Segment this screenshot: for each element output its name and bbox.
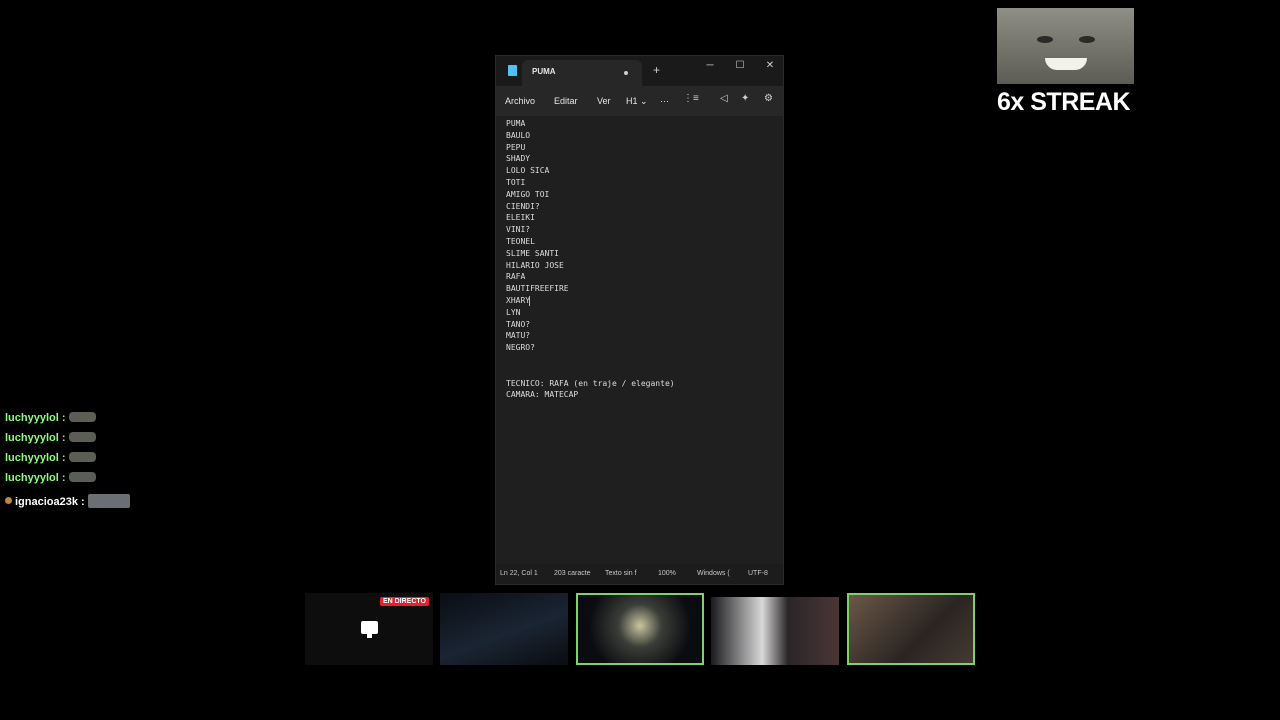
menu-ver[interactable]: Ver (597, 96, 611, 106)
status-encoding: UTF-8 (748, 570, 768, 577)
cam-participant-3[interactable] (711, 597, 839, 665)
close-button[interactable]: ✕ (762, 59, 778, 73)
chat-emote-icon (68, 411, 96, 422)
editor-line: PUMA (506, 119, 526, 128)
settings-gear-icon[interactable]: ⚙ (764, 93, 773, 104)
chat-username[interactable]: luchyyylol : (5, 432, 66, 444)
announcement-icon[interactable]: ◁ (720, 93, 728, 104)
chat-emote-icon (68, 471, 96, 482)
streak-cat-image (997, 8, 1134, 84)
editor-line: AMIGO TOI (506, 189, 550, 199)
chat-username[interactable]: ignacioa23k : (15, 496, 85, 508)
cam-participant-4[interactable] (847, 593, 975, 665)
status-position: Ln 22, Col 1 (500, 570, 538, 577)
heading-dropdown[interactable]: H1 ⌄ (626, 96, 648, 107)
screen-share-icon (361, 621, 378, 634)
chat-message: luchyyylol : (5, 448, 96, 466)
editor-line: LOLO SICA (506, 166, 550, 176)
new-tab-button[interactable]: + (653, 63, 660, 77)
notepad-window: PUMA + ─ ☐ ✕ Archivo Editar Ver H1 ⌄ ···… (495, 55, 784, 585)
face-eye-left (1037, 36, 1053, 43)
unsaved-dot-icon[interactable] (624, 71, 628, 75)
screen-share-stand (367, 634, 372, 638)
editor-line: RAFA (506, 272, 526, 282)
editor-line: TECNICO: RAFA (en traje / elegante) (506, 378, 675, 388)
title-bar: PUMA + ─ ☐ ✕ (496, 56, 783, 86)
tab-title: PUMA (532, 67, 556, 76)
chat-emote-icon (87, 493, 130, 508)
editor-line: SHADY (506, 154, 531, 164)
chat-message: luchyyylol : (5, 408, 96, 426)
menu-archivo[interactable]: Archivo (505, 96, 535, 106)
notepad-app-icon (508, 65, 517, 76)
text-cursor-icon (529, 296, 530, 306)
chat-emote-icon (68, 451, 96, 462)
editor-line: XHARY (506, 295, 531, 305)
editor-line: ELEIKI (506, 213, 535, 223)
chat-username[interactable]: luchyyylol : (5, 452, 66, 464)
editor-line: SLIME SANTI (506, 248, 559, 258)
chat-emote-icon (68, 431, 96, 442)
editor-line: TANO? (506, 319, 531, 329)
menu-bar: Archivo Editar Ver H1 ⌄ ··· ⋮≡ ◁ ✦ ⚙ (496, 86, 783, 116)
chat-message: luchyyylol : (5, 468, 96, 486)
editor-line: TOTI (506, 177, 526, 187)
list-format-icon[interactable]: ⋮≡ (683, 93, 699, 104)
status-bar: Ln 22, Col 1 203 caracte Texto sin f 100… (496, 564, 783, 584)
editor-line: BAUTIFREEFIRE (506, 284, 569, 294)
chat-message: luchyyylol : (5, 428, 96, 446)
copilot-icon[interactable]: ✦ (741, 93, 749, 104)
chevron-down-icon: ⌄ (640, 96, 648, 106)
editor-line: CAMARA: MATECAP (506, 390, 579, 400)
cam-participant-1[interactable] (440, 593, 568, 665)
user-badge-icon (5, 497, 12, 505)
editor-line: CIENDI? (506, 201, 540, 211)
chat-username[interactable]: luchyyylol : (5, 472, 66, 484)
chat-message: ignacioa23k : (5, 492, 130, 510)
text-editor[interactable]: PUMA BAULO PEPU SHADY LOLO SICA TOTI AMIGO TOI… (506, 118, 775, 564)
editor-line: LYN (506, 307, 521, 317)
streak-counter: 6x STREAK (997, 88, 1131, 116)
minimize-button[interactable]: ─ (702, 59, 718, 73)
menu-editar[interactable]: Editar (554, 96, 578, 106)
editor-line: TEONEL (506, 236, 535, 246)
status-line-ending: Windows ( (697, 570, 730, 577)
cam-participant-2[interactable] (576, 593, 704, 665)
editor-line: PEPU (506, 142, 526, 152)
heading-label: H1 (626, 96, 638, 106)
editor-line: BAULO (506, 130, 531, 140)
status-format: Texto sin f (605, 570, 637, 577)
face-eye-right (1079, 36, 1095, 43)
chat-username[interactable]: luchyyylol : (5, 412, 66, 424)
editor-line: MATU? (506, 331, 531, 341)
editor-line: HILARIO JOSE (506, 260, 564, 270)
editor-line: NEGRO? (506, 343, 535, 353)
status-char-count: 203 caracte (554, 570, 591, 577)
editor-line: VINI? (506, 225, 531, 235)
status-zoom[interactable]: 100% (658, 570, 676, 577)
live-badge: EN DIRECTO (379, 597, 429, 606)
maximize-button[interactable]: ☐ (732, 59, 748, 73)
cam-screen-share[interactable]: EN DIRECTO (305, 593, 433, 665)
face-mouth (1045, 58, 1087, 70)
tab-puma[interactable]: PUMA (522, 60, 642, 86)
more-button[interactable]: ··· (660, 96, 669, 106)
